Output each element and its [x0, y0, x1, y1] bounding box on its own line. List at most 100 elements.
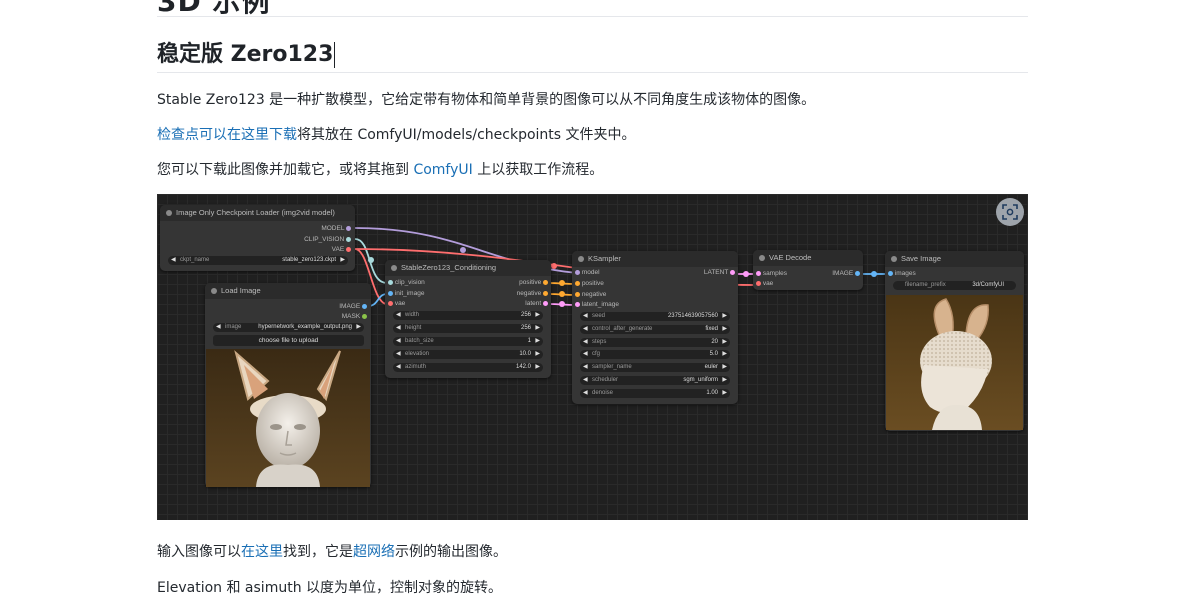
arrow-left-icon[interactable]: ◀: [396, 311, 401, 320]
screenshot-button[interactable]: [996, 198, 1024, 226]
arrow-left-icon[interactable]: ◀: [583, 376, 588, 385]
arrow-right-icon[interactable]: ▶: [340, 256, 345, 265]
arrow-left-icon[interactable]: ◀: [583, 363, 588, 372]
input-clip-vision[interactable]: clip_vision: [388, 278, 425, 288]
input-vae[interactable]: vae: [388, 299, 405, 309]
output-model[interactable]: MODEL: [321, 224, 351, 234]
ksampler-node[interactable]: KSampler model positive negative latent_…: [572, 251, 738, 404]
hypernetwork-link[interactable]: 超网络: [353, 544, 395, 560]
arrow-left-icon[interactable]: ◀: [583, 389, 588, 398]
stablezero123-conditioning-node[interactable]: StableZero123_Conditioning clip_vision i…: [385, 260, 551, 378]
link-midpoint: [551, 263, 557, 269]
arrow-right-icon[interactable]: ▶: [535, 311, 540, 320]
arrow-right-icon[interactable]: ▶: [535, 324, 540, 333]
input-latent-image[interactable]: latent_image: [575, 300, 619, 310]
arrow-left-icon[interactable]: ◀: [396, 350, 401, 359]
arrow-right-icon[interactable]: ▶: [535, 363, 540, 372]
input-samples[interactable]: samples: [756, 269, 787, 279]
port-label: IMAGE: [832, 270, 854, 277]
output-image[interactable]: IMAGE: [832, 269, 860, 279]
elevation-stepper[interactable]: ◀ elevation 10.0 ▶: [393, 350, 543, 359]
widget-value: fixed: [705, 326, 718, 332]
batch-size-stepper[interactable]: ◀ batch_size 1 ▶: [393, 337, 543, 346]
seed-stepper[interactable]: ◀ seed 237514639057560 ▶: [580, 312, 730, 321]
port-dot: [730, 269, 735, 275]
node-title: KSampler: [572, 251, 738, 267]
load-image-node[interactable]: Load Image IMAGE MASK ◀ image hypernetwork…: [205, 283, 371, 487]
port-label: vae: [394, 300, 406, 307]
vae-decode-node[interactable]: VAE Decode samples vae IMAGE: [753, 250, 863, 290]
port-label: negative: [581, 291, 607, 298]
output-negative[interactable]: negative: [517, 289, 548, 299]
input-positive[interactable]: positive: [575, 279, 604, 289]
arrow-right-icon[interactable]: ▶: [722, 363, 727, 372]
port-dot: [756, 280, 761, 286]
widget-value: 10.0: [519, 351, 531, 357]
port-label: positive: [581, 280, 604, 287]
arrow-left-icon[interactable]: ◀: [583, 350, 588, 359]
checkpoint-download-link[interactable]: 检查点可以在这里下载: [157, 127, 297, 143]
comfyui-link[interactable]: ComfyUI: [413, 162, 472, 178]
arrow-left-icon[interactable]: ◀: [583, 338, 588, 347]
image-select[interactable]: ◀ image hypernetwork_example_output.png ▶: [213, 323, 364, 332]
arrow-right-icon[interactable]: ▶: [722, 325, 727, 334]
input-negative[interactable]: negative: [575, 290, 606, 300]
input-model[interactable]: model: [575, 268, 600, 278]
port-dot: [388, 279, 393, 285]
arrow-right-icon[interactable]: ▶: [722, 350, 727, 359]
arrow-right-icon[interactable]: ▶: [722, 376, 727, 385]
paragraph-input-image: 输入图像可以在这里找到，它是超网络示例的输出图像。: [157, 541, 507, 561]
height-stepper[interactable]: ◀ height 256 ▶: [393, 324, 543, 333]
input-images[interactable]: images: [888, 269, 916, 279]
input-vae[interactable]: vae: [756, 279, 773, 289]
input-init-image[interactable]: init_image: [388, 289, 424, 299]
output-clip-vision[interactable]: CLIP_VISION: [304, 235, 351, 245]
output-positive[interactable]: positive: [519, 278, 548, 288]
arrow-left-icon[interactable]: ◀: [216, 323, 221, 332]
link-midpoint: [871, 271, 877, 277]
save-image-node[interactable]: Save Image images filename_prefix 3d/Comf…: [885, 251, 1024, 431]
port-dot: [346, 225, 351, 231]
output-latent[interactable]: LATENT: [704, 268, 735, 278]
azimuth-stepper[interactable]: ◀ azimuth 142.0 ▶: [393, 363, 543, 372]
arrow-left-icon[interactable]: ◀: [583, 312, 588, 321]
arrow-left-icon[interactable]: ◀: [396, 363, 401, 372]
ckpt-name-select[interactable]: ◀ ckpt_name stable_zero123.ckpt ▶: [168, 256, 348, 265]
arrow-left-icon[interactable]: ◀: [396, 337, 401, 346]
arrow-left-icon[interactable]: ◀: [171, 256, 176, 265]
cfg-stepper[interactable]: ◀ cfg 5.0 ▶: [580, 350, 730, 359]
arrow-left-icon[interactable]: ◀: [583, 325, 588, 334]
port-label: images: [894, 270, 916, 277]
arrow-right-icon[interactable]: ▶: [535, 350, 540, 359]
port-dot: [575, 269, 580, 275]
width-stepper[interactable]: ◀ width 256 ▶: [393, 311, 543, 320]
port-label: positive: [519, 279, 542, 286]
paragraph-text: 将其放在 ComfyUI/models/checkpoints 文件夹中。: [297, 127, 636, 143]
port-dot: [543, 279, 548, 285]
output-vae[interactable]: VAE: [332, 245, 351, 255]
link-midpoint: [460, 247, 466, 253]
arrow-right-icon[interactable]: ▶: [356, 323, 361, 332]
filename-prefix-field[interactable]: filename_prefix 3d/ComfyUI: [893, 281, 1016, 290]
paragraph-elevation: Elevation 和 asimuth 以度为单位，控制对象的旋转。: [157, 580, 503, 596]
output-mask[interactable]: MASK: [342, 312, 367, 322]
arrow-right-icon[interactable]: ▶: [535, 337, 540, 346]
output-latent[interactable]: latent: [525, 299, 548, 309]
scheduler-select[interactable]: ◀ scheduler sgm_uniform ▶: [580, 376, 730, 385]
checkpoint-loader-node[interactable]: Image Only Checkpoint Loader (img2vid mo…: [160, 205, 355, 271]
upload-button[interactable]: choose file to upload: [213, 335, 364, 346]
steps-stepper[interactable]: ◀ steps 20 ▶: [580, 338, 730, 347]
arrow-right-icon[interactable]: ▶: [722, 389, 727, 398]
paragraph-text: 找到，它是: [283, 544, 353, 560]
arrow-right-icon[interactable]: ▶: [722, 338, 727, 347]
control-after-generate-select[interactable]: ◀ control_after_generate fixed ▶: [580, 325, 730, 334]
input-image-link[interactable]: 在这里: [241, 544, 283, 560]
widget-value: 3d/ComfyUI: [972, 282, 1004, 288]
denoise-stepper[interactable]: ◀ denoise 1.00 ▶: [580, 389, 730, 398]
widget-label: denoise: [592, 390, 614, 396]
arrow-left-icon[interactable]: ◀: [396, 324, 401, 333]
paragraph-text: 输入图像可以: [157, 544, 241, 560]
output-image[interactable]: IMAGE: [339, 302, 367, 312]
sampler-name-select[interactable]: ◀ sampler_name euler ▶: [580, 363, 730, 372]
arrow-right-icon[interactable]: ▶: [722, 312, 727, 321]
